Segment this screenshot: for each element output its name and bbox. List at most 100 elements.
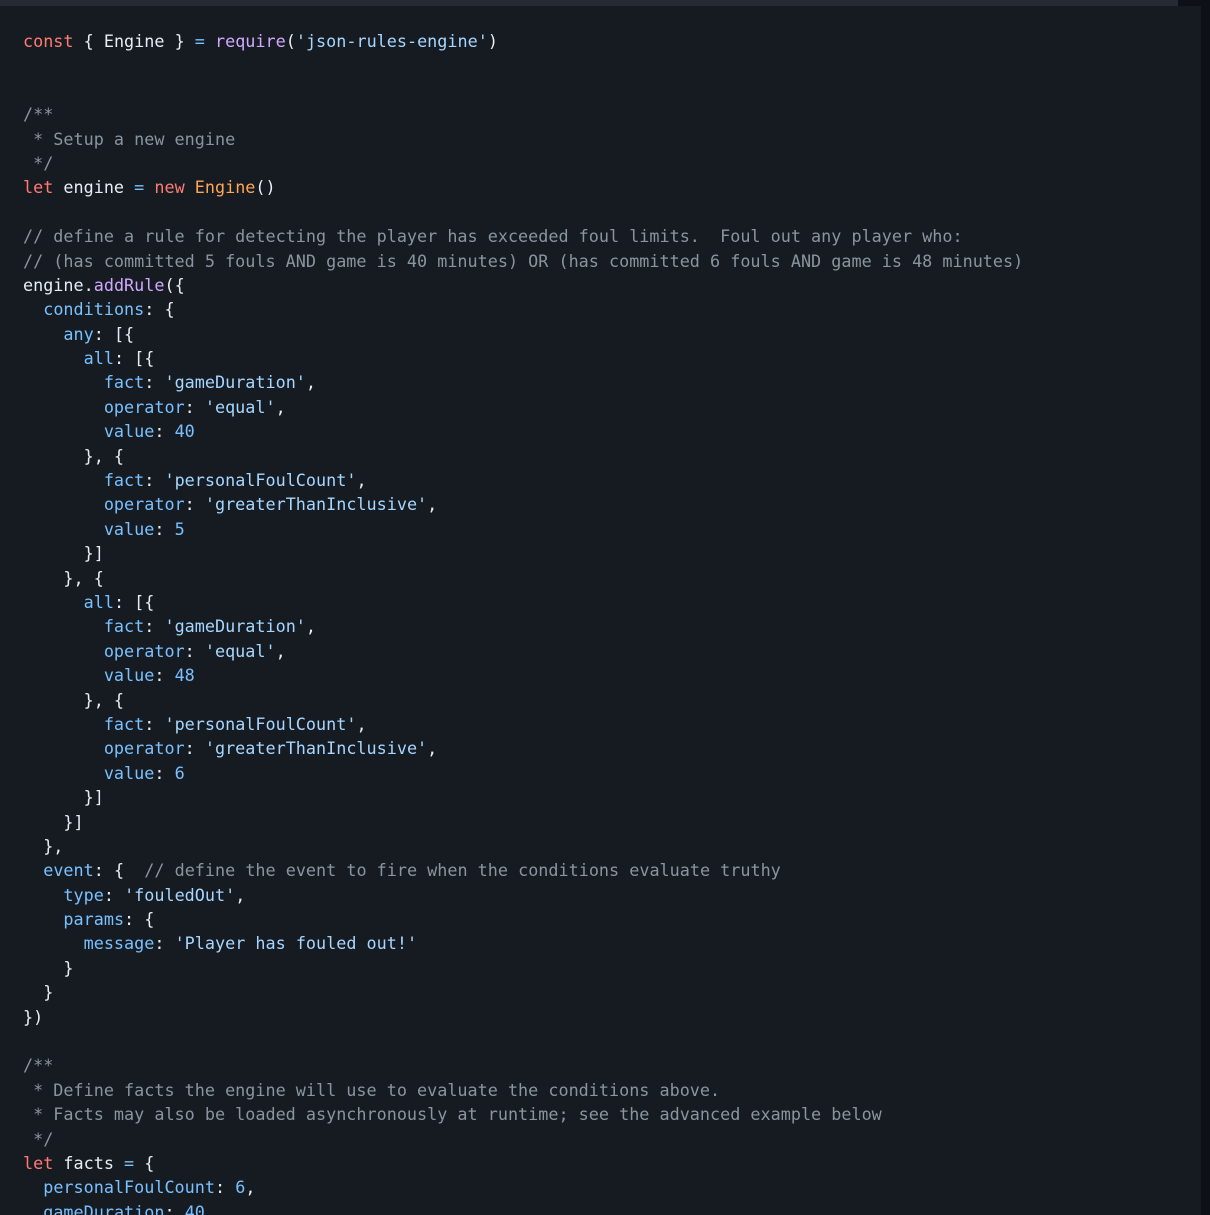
code-token: * Facts may also be loaded asynchronousl…	[23, 1104, 882, 1125]
code-token: 'greaterThanInclusive'	[204, 494, 428, 515]
code-token: 40	[184, 1201, 205, 1215]
code-token: : [{	[93, 323, 135, 344]
code-line: }]	[23, 541, 1023, 565]
code-token: :	[164, 1201, 185, 1215]
code-token: 'Player has fouled out!'	[174, 933, 418, 954]
code-token: ()	[255, 177, 276, 198]
code-token: 40	[174, 421, 195, 442]
code-line: params: {	[23, 907, 1023, 931]
code-token: :	[154, 665, 175, 686]
code-token: let	[23, 1152, 54, 1173]
code-line: value: 40	[23, 419, 1023, 443]
code-line: * Setup a new engine	[23, 127, 1023, 151]
code-token: personalFoulCount	[43, 1177, 215, 1198]
code-line: }]	[23, 785, 1023, 809]
code-token: : [{	[113, 591, 155, 612]
code-token: :	[154, 518, 175, 539]
code-line: any: [{	[23, 322, 1023, 346]
code-token: 6	[235, 1177, 246, 1198]
code-token: {	[134, 1152, 155, 1173]
code-token: value	[103, 762, 155, 783]
code-token: ,	[427, 494, 438, 515]
code-token: ,	[427, 738, 438, 759]
code-line: * Define facts the engine will use to ev…	[23, 1078, 1023, 1102]
code-token: 'equal'	[204, 396, 276, 417]
code-token: any	[63, 323, 94, 344]
code-token: fact	[103, 372, 145, 393]
code-line: }, {	[23, 688, 1023, 712]
code-token: /**	[23, 1055, 54, 1076]
code-token: const	[23, 31, 74, 51]
code-token: 'personalFoulCount'	[164, 713, 357, 734]
code-token: : [{	[113, 348, 155, 369]
code-token: :	[103, 884, 125, 905]
code-token: value	[103, 665, 155, 686]
code-token: : {	[93, 860, 145, 881]
code-line: const { Engine } = require('json-rules-e…	[23, 29, 1023, 53]
code-line: fact: 'personalFoulCount',	[23, 468, 1023, 492]
code-token: 'json-rules-engine'	[295, 31, 488, 51]
code-token: }	[23, 957, 74, 978]
code-line: }]	[23, 810, 1023, 834]
code-token: :	[144, 713, 165, 734]
code-token: })	[23, 1006, 44, 1027]
code-token: )	[487, 31, 498, 51]
code-token: conditions	[43, 299, 145, 320]
code-token: : {	[124, 909, 155, 930]
code-token: ,	[275, 396, 286, 417]
code-token: ,	[245, 1177, 256, 1198]
code-line: * Facts may also be loaded asynchronousl…	[23, 1102, 1023, 1126]
code-token: fact	[103, 616, 145, 637]
code-line: },	[23, 834, 1023, 858]
code-line: value: 6	[23, 761, 1023, 785]
code-line: personalFoulCount: 6,	[23, 1175, 1023, 1199]
code-line: type: 'fouledOut',	[23, 883, 1023, 907]
code-token: 5	[174, 518, 185, 539]
code-line: event: { // define the event to fire whe…	[23, 858, 1023, 882]
code-line: let engine = new Engine()	[23, 175, 1023, 199]
code-line: operator: 'greaterThanInclusive',	[23, 736, 1023, 760]
code-token: :	[184, 494, 205, 515]
code-line: }, {	[23, 566, 1023, 590]
code-content[interactable]: const { Engine } = require('json-rules-e…	[23, 29, 1023, 1215]
code-token: Engine	[194, 177, 256, 198]
code-line: engine.addRule({	[23, 273, 1023, 297]
code-token: fact	[103, 713, 145, 734]
code-token: 'gameDuration'	[164, 616, 306, 637]
code-token: * Setup a new engine	[23, 128, 236, 149]
code-line: operator: 'greaterThanInclusive',	[23, 492, 1023, 516]
code-token: let	[23, 177, 54, 198]
code-line: // define a rule for detecting the playe…	[23, 224, 1023, 248]
code-line: fact: 'gameDuration',	[23, 614, 1023, 638]
code-block[interactable]: const { Engine } = require('json-rules-e…	[0, 6, 1201, 1215]
code-token: engine.	[23, 274, 94, 295]
code-token: value	[103, 421, 155, 442]
code-token: ,	[356, 713, 367, 734]
code-token: 48	[174, 665, 195, 686]
code-token: ,	[235, 884, 246, 905]
code-token: 'greaterThanInclusive'	[204, 738, 428, 759]
code-line: let facts = {	[23, 1151, 1023, 1175]
code-line: all: [{	[23, 590, 1023, 614]
code-line: all: [{	[23, 346, 1023, 370]
code-token: message	[83, 933, 155, 954]
code-token: ,	[275, 640, 286, 661]
code-line: // (has committed 5 fouls AND game is 40…	[23, 249, 1023, 273]
code-line: }	[23, 956, 1023, 980]
code-token: }, {	[23, 567, 104, 588]
